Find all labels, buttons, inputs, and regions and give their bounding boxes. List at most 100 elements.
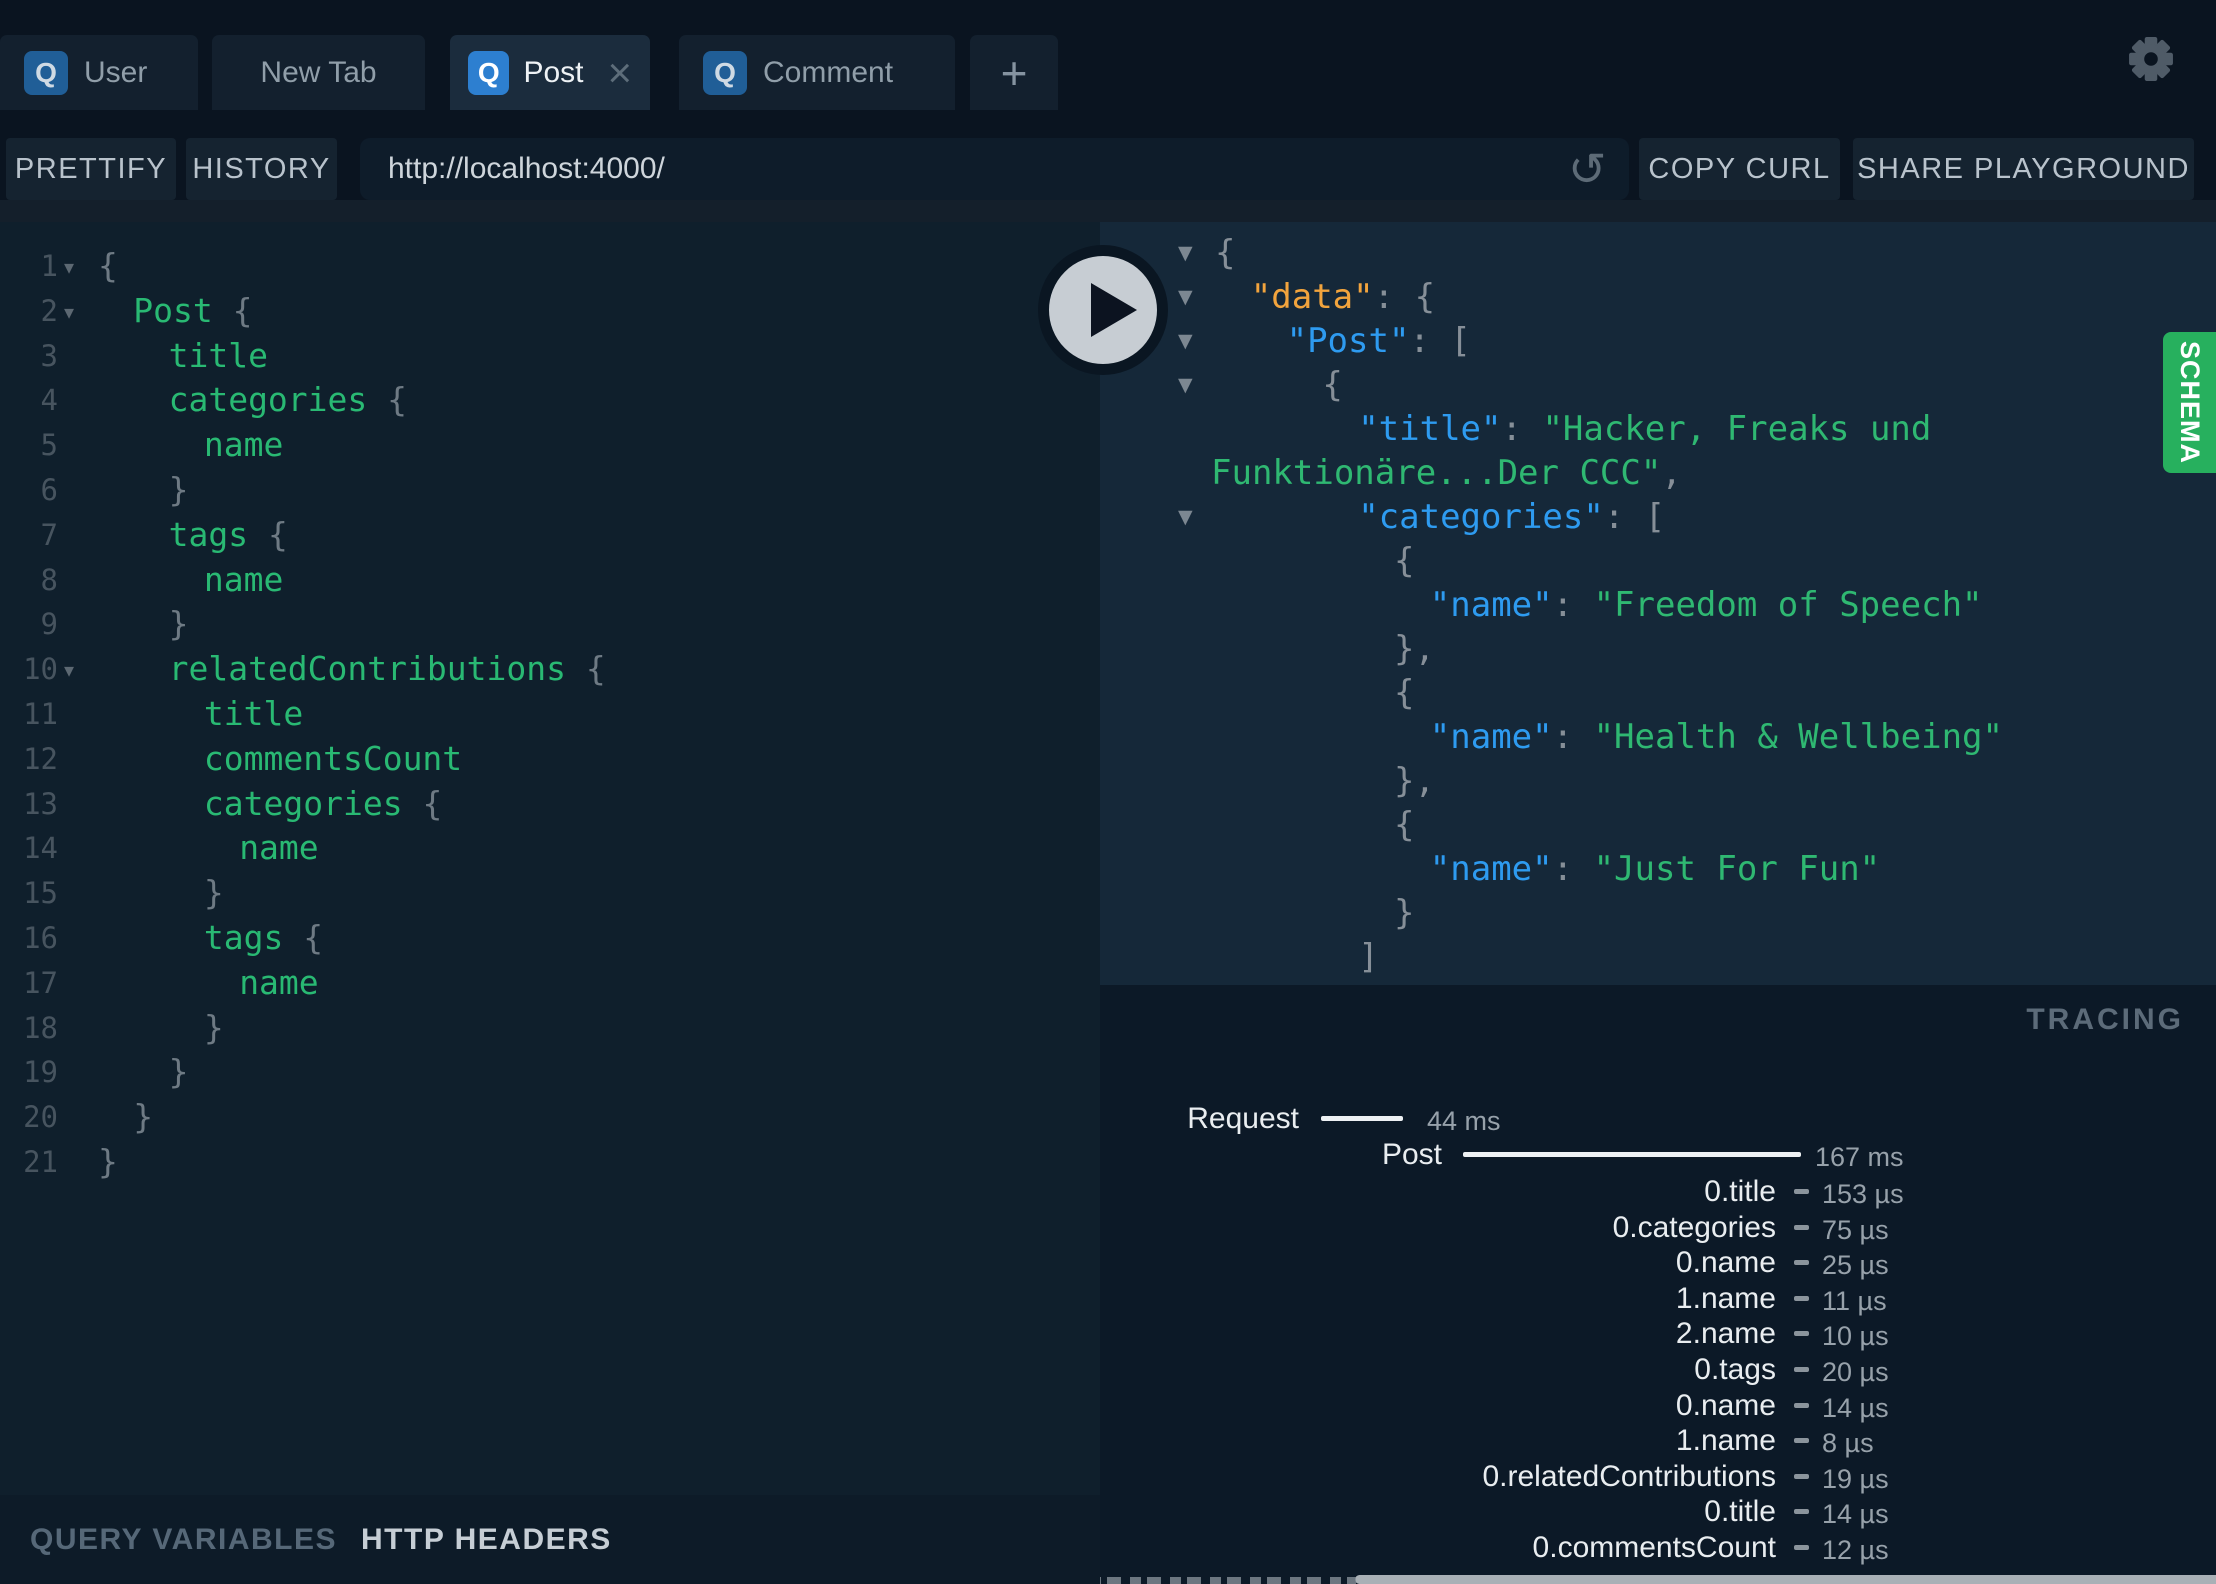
fold-arrow-icon[interactable]: ▾ [64, 290, 74, 335]
endpoint-url-input[interactable] [360, 138, 1629, 200]
tracing-panel: TRACING Request 44 ms Post 167 ms 0.title 153… [1100, 985, 2216, 1584]
close-tab-icon[interactable]: × [607, 51, 632, 93]
query-badge: Q [24, 50, 68, 95]
collapse-arrow-icon[interactable]: ▼ [1178, 363, 1193, 407]
line-number: 12 [23, 741, 58, 776]
code-text: } [203, 1007, 224, 1047]
tab-list: Q User New Tab Q Post × Q Comment + [0, 35, 1058, 110]
horizontal-scrollbar[interactable] [1355, 1575, 2216, 1584]
code-text: }, [1394, 629, 1435, 669]
editor-line: 19} [0, 1050, 1100, 1095]
editor-line: 2 ▾ Post { [0, 289, 1100, 334]
prettify-button[interactable]: PRETTIFY [6, 138, 176, 200]
editor-line: 14 name [0, 826, 1100, 871]
code-text: tags { [168, 514, 288, 554]
new-tab-button[interactable]: + [970, 35, 1058, 110]
tab-label: User [84, 55, 148, 89]
editor-line: 17 name [0, 961, 1100, 1006]
trace-field-label: 0.tags [1694, 1353, 1776, 1386]
settings-gear-icon[interactable] [2128, 36, 2174, 82]
trace-field-dash [1794, 1367, 1809, 1372]
response-line: ▼{ [1100, 231, 2216, 275]
share-playground-button[interactable]: SHARE PLAYGROUND [1853, 138, 2194, 200]
response-line: "title": "Hacker, Freaks und [1100, 407, 2216, 451]
query-editor[interactable]: 1 ▾{2 ▾ Post {3 title 4 categories {5 name 6} 7 ta… [0, 222, 1100, 1495]
code-text: "Post": [ [1286, 321, 1471, 361]
collapse-arrow-icon[interactable]: ▼ [1178, 495, 1193, 539]
line-number: 4 [40, 383, 58, 418]
editor-line: 3 title [0, 334, 1100, 379]
code-text: Post { [133, 290, 253, 330]
line-number: 2 [40, 293, 58, 328]
code-text: tags { [203, 917, 324, 957]
editor-line: 8 name [0, 558, 1100, 603]
fold-arrow-icon[interactable]: ▾ [64, 648, 74, 693]
editor-line: 15} [0, 871, 1100, 916]
tab-comment[interactable]: Q Comment [679, 35, 955, 110]
trace-field-label: 0.title [1704, 1175, 1776, 1208]
trace-field-dash [1794, 1402, 1809, 1408]
trace-field-label: 0.name [1675, 1388, 1776, 1422]
line-number: 20 [23, 1100, 58, 1135]
execute-query-button[interactable] [1038, 245, 1168, 375]
code-text: ] [1358, 937, 1379, 977]
code-text: } [168, 469, 189, 509]
code-text: name [203, 559, 284, 599]
editor-line: 7 tags { [0, 513, 1100, 558]
trace-span-bar [1463, 1152, 1801, 1157]
trace-field-duration: 14 µs [1822, 1392, 1889, 1423]
code-text: } [168, 604, 189, 644]
code-text: { [1394, 541, 1415, 581]
editor-line: 5 name [0, 423, 1100, 468]
trace-field-dash [1794, 1438, 1809, 1444]
pane-divider [0, 200, 2216, 222]
tab-new-tab[interactable]: New Tab [212, 35, 425, 110]
code-text: { [98, 246, 118, 285]
tab-post[interactable]: Q Post × [450, 35, 650, 110]
line-number: 19 [23, 1055, 58, 1090]
trace-field-duration: 20 µs [1822, 1357, 1889, 1387]
code-text: name [203, 425, 284, 465]
collapse-arrow-icon[interactable]: ▼ [1178, 231, 1193, 275]
tab-query-variables[interactable]: QUERY VARIABLES [30, 1523, 337, 1557]
response-line: "name": "Just For Fun" [1100, 847, 2216, 891]
play-icon [1091, 283, 1137, 337]
trace-field-row: 0.title 153 µs [1100, 1174, 2216, 1210]
code-text: name [239, 962, 319, 1002]
response-viewer[interactable]: ▼{▼ "data": {▼ "Post": [▼{"title": "Hacker… [1100, 222, 2216, 985]
code-text: "data": { [1250, 277, 1436, 317]
code-text: "title": "Hacker, Freaks und [1358, 409, 1932, 449]
trace-field-dash [1794, 1260, 1809, 1266]
reload-endpoint-icon[interactable]: ↺ [1568, 140, 1607, 198]
trace-field-row: 2.name 10 µs [1100, 1316, 2216, 1352]
fold-arrow-icon[interactable]: ▾ [64, 245, 74, 290]
trace-field-label: 1.name [1675, 1424, 1776, 1458]
trace-field-row: 0.title 14 µs [1100, 1494, 2216, 1530]
line-number: 6 [40, 472, 58, 507]
trace-field-duration: 12 µs [1822, 1535, 1889, 1565]
code-text: name [239, 828, 319, 868]
trace-field-label: 0.relatedContributions [1482, 1459, 1776, 1493]
code-text: "name": "Freedom of Speech" [1429, 585, 1983, 625]
response-line: ▼ "Post": [ [1100, 319, 2216, 363]
history-button[interactable]: HISTORY [186, 138, 337, 200]
editor-line: 4 categories { [0, 378, 1100, 423]
collapse-arrow-icon[interactable]: ▼ [1178, 319, 1193, 363]
code-text: { [1215, 233, 1236, 273]
collapse-arrow-icon[interactable]: ▼ [1178, 275, 1193, 319]
code-text: } [98, 1141, 118, 1181]
trace-field-duration: 8 µs [1822, 1428, 1874, 1459]
query-editor-lines: 1 ▾{2 ▾ Post {3 title 4 categories {5 name 6} 7 ta… [0, 222, 1100, 1185]
tab-label: Post [523, 55, 584, 89]
trace-field-row: 0.name 14 µs [1100, 1388, 2216, 1424]
code-text: "name": "Just For Fun" [1429, 849, 1881, 889]
tab-user[interactable]: Q User [0, 35, 198, 110]
trace-span-row: Post 167 ms [1100, 1137, 2216, 1173]
tab-http-headers[interactable]: HTTP HEADERS [361, 1523, 612, 1557]
trace-span-row: Request 44 ms [1100, 1101, 2216, 1137]
schema-side-tab[interactable]: SCHEMA [2163, 332, 2216, 473]
code-text: "name": "Health & Wellbeing" [1429, 717, 2003, 757]
trace-field-label: 1.name [1675, 1281, 1776, 1315]
line-number: 14 [23, 831, 58, 866]
copy-curl-button[interactable]: COPY CURL [1639, 138, 1840, 200]
